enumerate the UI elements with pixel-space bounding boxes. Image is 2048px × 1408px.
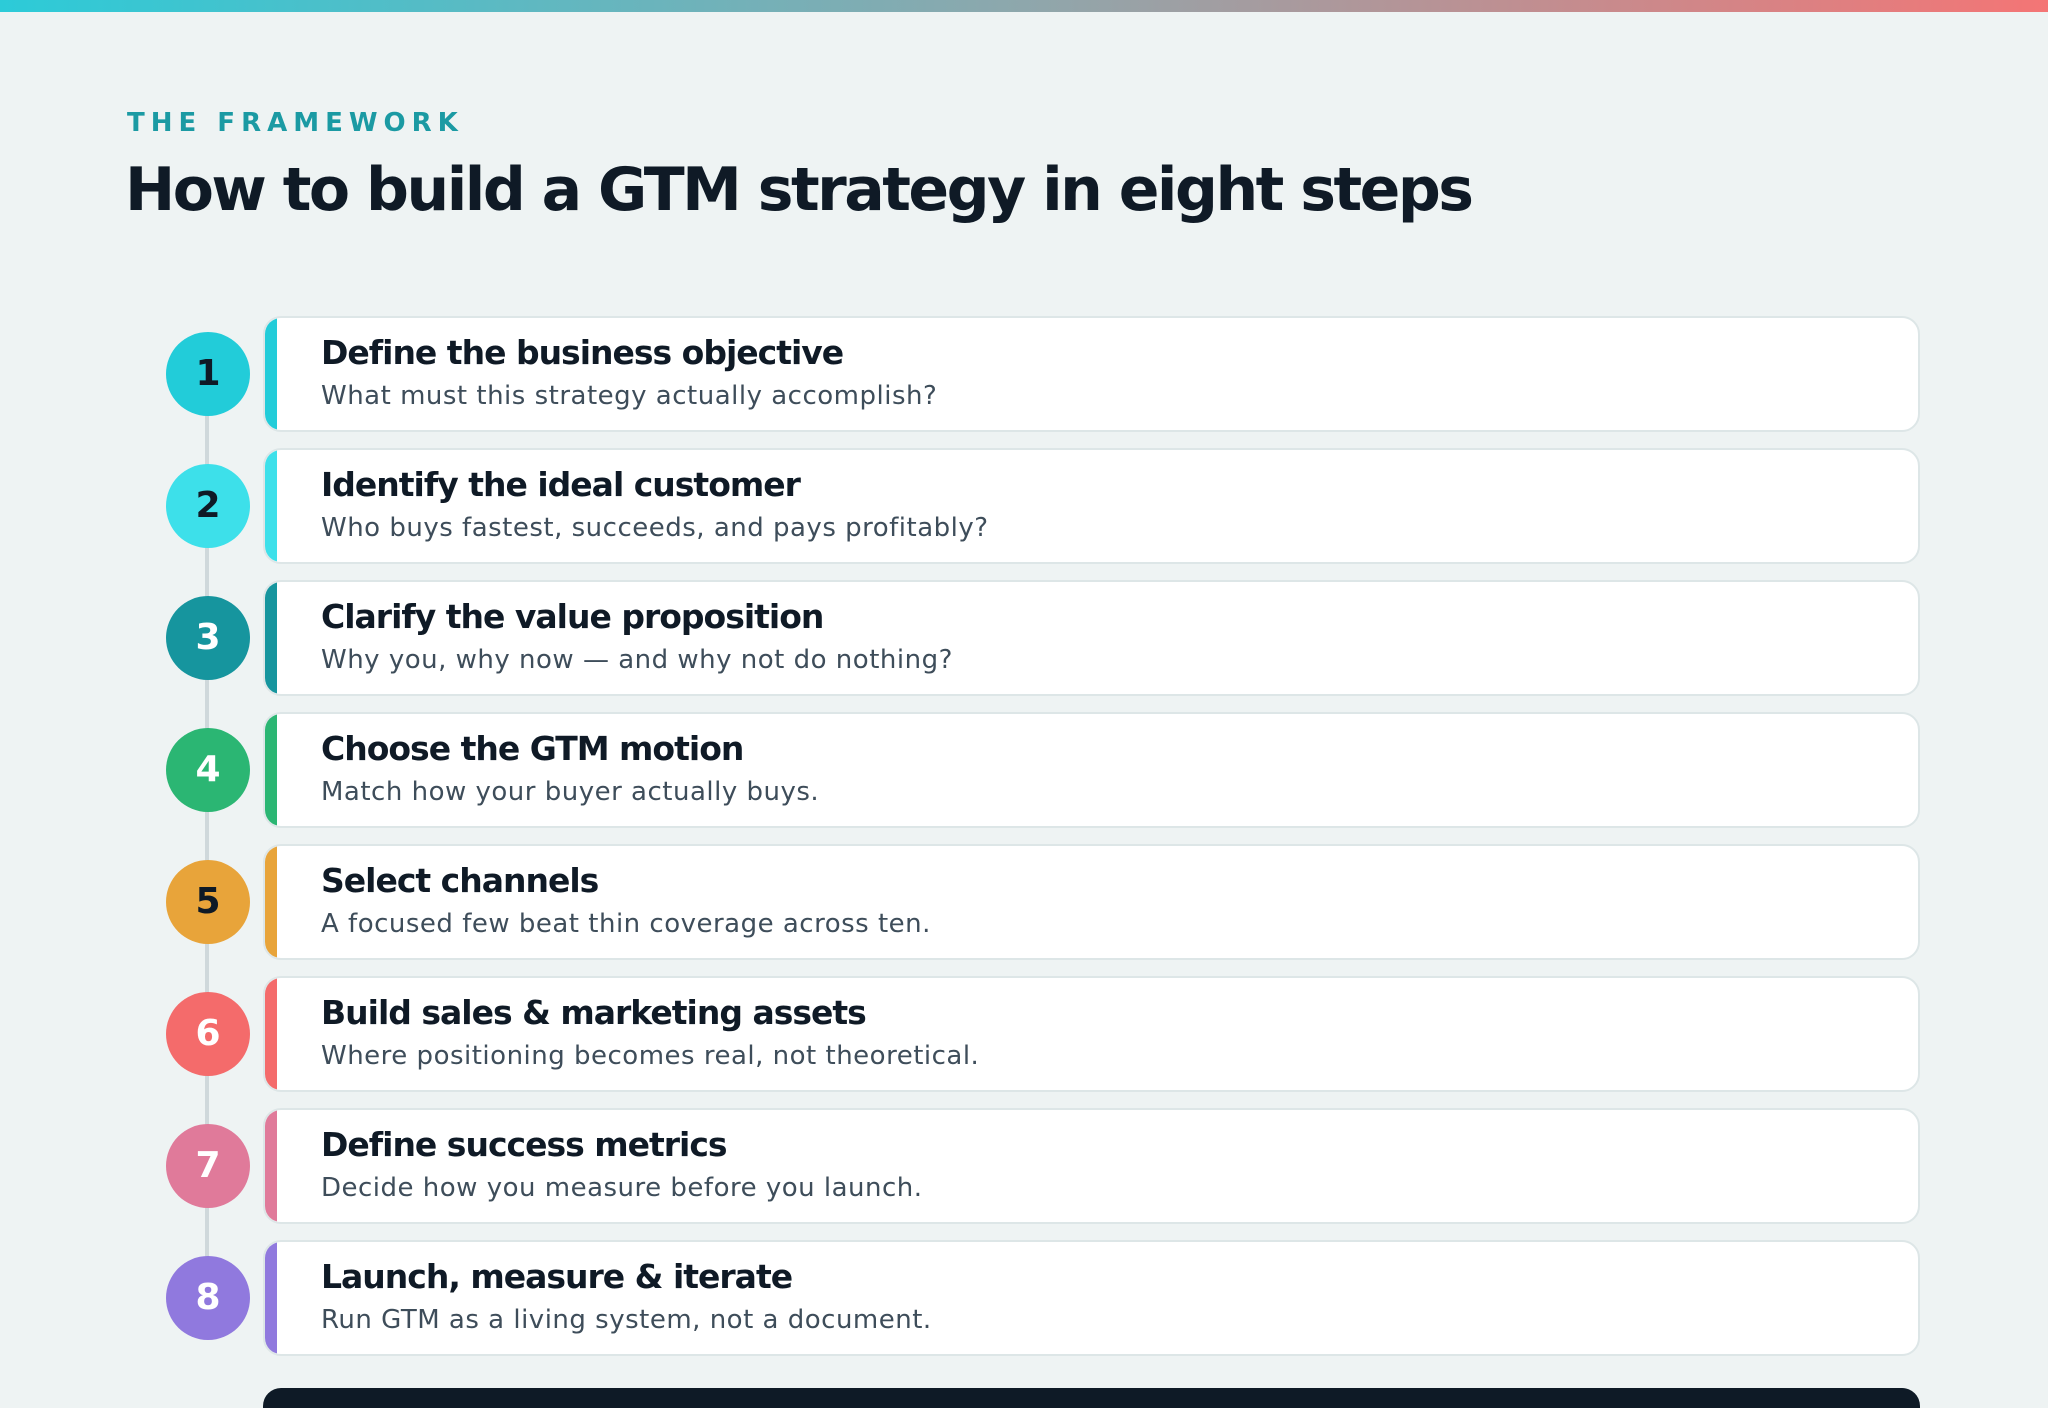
step-number-badge: 5: [166, 860, 250, 944]
step-item: 5 Select channels A focused few beat thi…: [0, 844, 2048, 960]
step-description: Who buys fastest, succeeds, and pays pro…: [321, 513, 989, 543]
step-description: What must this strategy actually accompl…: [321, 381, 938, 411]
step-card: Select channels A focused few beat thin …: [263, 844, 1920, 960]
step-description: Why you, why now — and why not do nothin…: [321, 645, 953, 675]
step-description: Decide how you measure before you launch…: [321, 1173, 923, 1203]
step-accent-bar: [265, 978, 277, 1090]
step-accent-bar: [265, 1242, 277, 1354]
step-card: Identify the ideal customer Who buys fas…: [263, 448, 1920, 564]
step-accent-bar: [265, 450, 277, 562]
page-title: How to build a GTM strategy in eight ste…: [125, 155, 1474, 225]
bottom-banner: [263, 1388, 1920, 1408]
section-eyebrow: THE FRAMEWORK: [127, 108, 464, 138]
step-number-badge: 7: [166, 1124, 250, 1208]
step-number-badge: 6: [166, 992, 250, 1076]
step-number-badge: 1: [166, 332, 250, 416]
step-title: Choose the GTM motion: [321, 729, 744, 768]
step-item: 4 Choose the GTM motion Match how your b…: [0, 712, 2048, 828]
step-title: Define success metrics: [321, 1125, 728, 1164]
step-accent-bar: [265, 846, 277, 958]
step-card: Clarify the value proposition Why you, w…: [263, 580, 1920, 696]
step-title: Build sales & marketing assets: [321, 993, 867, 1032]
step-title: Clarify the value proposition: [321, 597, 824, 636]
step-accent-bar: [265, 318, 277, 430]
step-number-badge: 2: [166, 464, 250, 548]
step-description: Run GTM as a living system, not a docume…: [321, 1305, 932, 1335]
step-accent-bar: [265, 1110, 277, 1222]
step-number-badge: 3: [166, 596, 250, 680]
step-item: 8 Launch, measure & iterate Run GTM as a…: [0, 1240, 2048, 1356]
step-item: 1 Define the business objective What mus…: [0, 316, 2048, 432]
step-item: 2 Identify the ideal customer Who buys f…: [0, 448, 2048, 564]
step-accent-bar: [265, 582, 277, 694]
step-number-badge: 4: [166, 728, 250, 812]
step-item: 3 Clarify the value proposition Why you,…: [0, 580, 2048, 696]
step-card: Choose the GTM motion Match how your buy…: [263, 712, 1920, 828]
step-title: Select channels: [321, 861, 599, 900]
step-item: 7 Define success metrics Decide how you …: [0, 1108, 2048, 1224]
step-card: Build sales & marketing assets Where pos…: [263, 976, 1920, 1092]
step-title: Identify the ideal customer: [321, 465, 801, 504]
step-title: Define the business objective: [321, 333, 844, 372]
top-gradient-bar: [0, 0, 2048, 12]
step-card: Define the business objective What must …: [263, 316, 1920, 432]
step-title: Launch, measure & iterate: [321, 1257, 793, 1296]
step-description: Match how your buyer actually buys.: [321, 777, 820, 807]
step-number-badge: 8: [166, 1256, 250, 1340]
step-description: A focused few beat thin coverage across …: [321, 909, 931, 939]
step-description: Where positioning becomes real, not theo…: [321, 1041, 980, 1071]
step-item: 6 Build sales & marketing assets Where p…: [0, 976, 2048, 1092]
step-card: Define success metrics Decide how you me…: [263, 1108, 1920, 1224]
step-accent-bar: [265, 714, 277, 826]
step-card: Launch, measure & iterate Run GTM as a l…: [263, 1240, 1920, 1356]
